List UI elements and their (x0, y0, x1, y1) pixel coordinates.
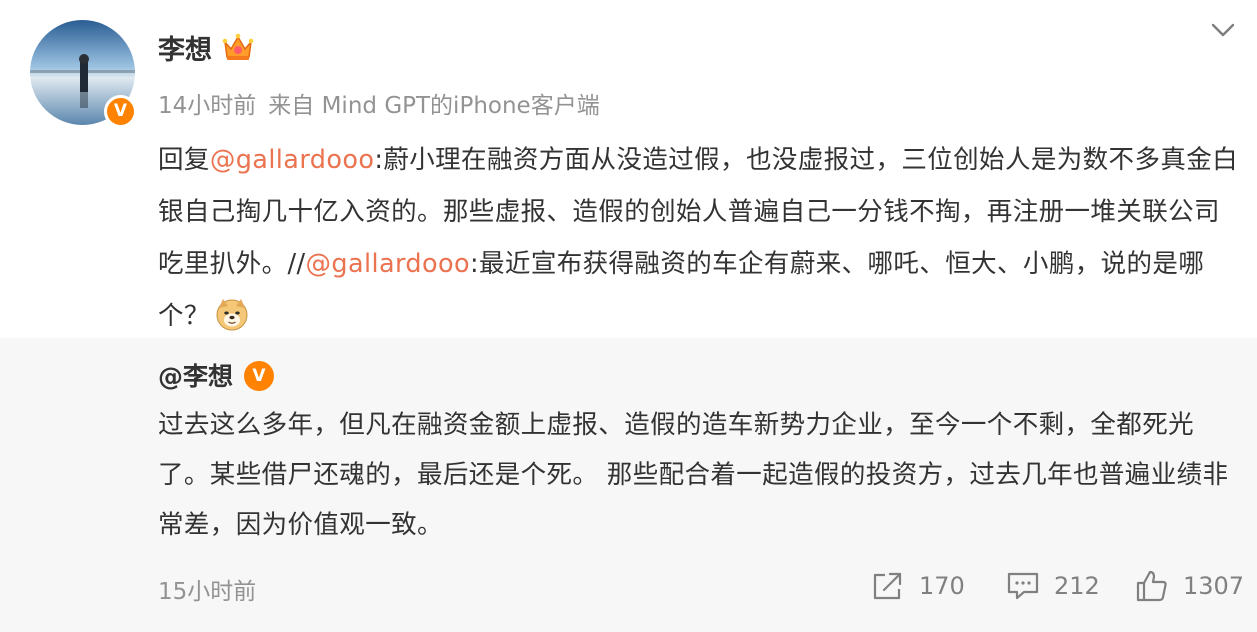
crown-icon[interactable] (222, 32, 254, 62)
repost-text: 过去这么多年，但凡在融资金额上虚报、造假的造车新势力企业，至今一个不剩，全都死光… (158, 410, 1229, 540)
post-text: 回复@gallardooo:蔚小理在融资方面从没造过假，也没虚报过，三位创始人是… (158, 134, 1243, 342)
comment-icon (1007, 572, 1039, 600)
comment-button[interactable]: 212 (1006, 568, 1100, 604)
verified-badge: V (104, 95, 137, 128)
repost-count: 170 (919, 572, 965, 600)
author-name[interactable]: 李想 (158, 28, 212, 67)
repost-button[interactable]: 170 (871, 568, 965, 604)
doge-emoji-icon (216, 299, 248, 331)
post-source: 来自 Mind GPT的iPhone客户端 (268, 93, 600, 119)
repost-author[interactable]: @李想 (158, 357, 233, 393)
mention-link[interactable]: @gallardooo (305, 249, 470, 279)
weibo-post-card: V 李想 14小时前 来自 Mind GPT的iPhone客户端 回复@galla… (0, 0, 1257, 632)
comment-count: 212 (1054, 572, 1100, 600)
repost-verified-badge: V (244, 361, 274, 391)
reply-prefix: 回复 (158, 145, 210, 175)
like-button[interactable]: 1307 (1135, 568, 1244, 604)
post-time[interactable]: 14小时前 (158, 93, 256, 119)
share-icon (873, 572, 902, 600)
post-meta: 14小时前 来自 Mind GPT的iPhone客户端 (158, 86, 600, 120)
thumbs-up-icon (1136, 570, 1167, 602)
chevron-down-icon[interactable] (1207, 14, 1239, 46)
repost-time[interactable]: 15小时前 (158, 572, 256, 606)
like-count: 1307 (1183, 572, 1245, 600)
mention-link[interactable]: @gallardooo (210, 145, 375, 175)
